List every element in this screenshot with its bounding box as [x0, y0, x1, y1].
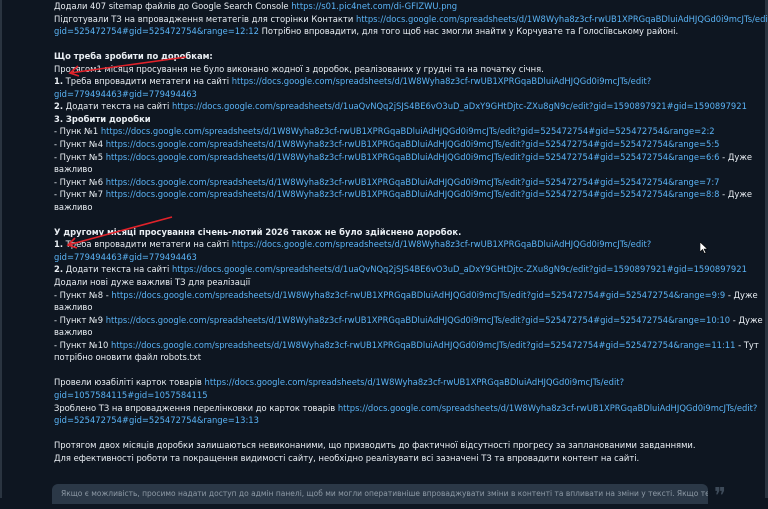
- message-line: Зроблено ТЗ на впровадження перелінковки…: [54, 402, 768, 415]
- message-text: потрібно оновити файл robots.txt: [54, 352, 202, 363]
- quote-icon: ❞: [714, 484, 726, 509]
- message-bold-text: 2.: [54, 264, 64, 275]
- message-line: 2. Додати текста на сайті https://docs.g…: [54, 263, 768, 276]
- message-text: важливо: [54, 327, 93, 338]
- message-line: важливо: [54, 326, 768, 339]
- message-text: Додали нові дуже важливі ТЗ для реалізац…: [54, 277, 251, 288]
- message-link[interactable]: https://docs.google.com/spreadsheets/d/1…: [106, 139, 720, 149]
- message-line: Додали нові дуже важливі ТЗ для реалізац…: [54, 276, 768, 289]
- message-link[interactable]: https://docs.google.com/spreadsheets/d/1…: [106, 177, 720, 187]
- red-annotation-arrow-2: [66, 216, 173, 249]
- message-line: 3. Зробити доробки: [54, 113, 768, 126]
- message-bold-text: 2.: [54, 101, 64, 112]
- message-text: Для ефективності роботи та покращення ви…: [54, 452, 640, 463]
- message-text: - Пункт №10: [54, 339, 112, 350]
- message-line: Додали 407 sitemap файлів до Google Sear…: [54, 0, 768, 13]
- message-line: - Пункт №9 https://docs.google.com/sprea…: [54, 314, 768, 327]
- message-text: Додали 407 sitemap файлів до Google Sear…: [54, 1, 292, 11]
- message-link[interactable]: https://docs.google.com/spreadsheets/d/1…: [172, 264, 747, 274]
- message-line: gid=525472754#gid=525472754&range=12:12 …: [54, 25, 768, 38]
- message-line: - Пунк №1 https://docs.google.com/spread…: [54, 125, 768, 138]
- message-text: - Пункт №5: [54, 151, 106, 162]
- message-text: - Пункт №8 -: [54, 289, 112, 300]
- message-line: gid=779494463#gid=779494463: [54, 88, 768, 101]
- red-annotation-arrow-1: [68, 56, 187, 77]
- message-link[interactable]: https://docs.google.com/spreadsheets/d/1…: [111, 340, 735, 350]
- message-line: Для ефективності роботи та покращення ви…: [54, 452, 768, 465]
- message-line: - Пункт №5 https://docs.google.com/sprea…: [54, 151, 768, 164]
- message-text: - Пункт №4: [54, 139, 106, 150]
- message-text: Підготували ТЗ на впровадження метатегів…: [54, 13, 356, 24]
- message-link[interactable]: gid=525472754#gid=525472754&range=13:13: [54, 415, 259, 425]
- message-link[interactable]: gid=525472754#gid=525472754&range=12:12: [54, 26, 259, 36]
- message-text: Додати текста на сайті: [63, 264, 172, 275]
- message-text: - Дуже: [730, 314, 763, 325]
- message-link[interactable]: https://docs.google.com/spreadsheets/d/1…: [172, 101, 747, 111]
- message-line: - Пункт №7 https://docs.google.com/sprea…: [54, 188, 768, 201]
- message-link[interactable]: https://s01.pic4net.com/di-GFIZWU.png: [291, 1, 457, 11]
- message-link[interactable]: https://docs.google.com/spreadsheets/d/1…: [101, 126, 715, 136]
- message-link[interactable]: https://docs.google.com/spreadsheets/d/1…: [106, 189, 720, 199]
- message-link[interactable]: https://docs.google.com/spreadsheets/d/1…: [232, 239, 652, 249]
- message-line: Провели юзабіліті карток товарів https:/…: [54, 376, 768, 389]
- message-link[interactable]: gid=779494463#gid=779494463: [54, 89, 197, 99]
- next-message-preview: Якщо є можливість, просимо надати доступ…: [52, 484, 708, 504]
- message-line: gid=1057584115#gid=1057584115: [54, 389, 768, 402]
- mouse-pointer-icon: [700, 242, 708, 254]
- message-text: - Пунк №1: [54, 126, 101, 137]
- message-line: потрібно оновити файл robots.txt: [54, 351, 768, 364]
- message-text: - Тут: [735, 339, 759, 350]
- message-line: 2. Додати текста на сайті https://docs.g…: [54, 100, 768, 113]
- message-text: - Дуже: [719, 189, 753, 200]
- message-line: Протягом двох місяців доробки залишаютьс…: [54, 439, 768, 452]
- message-text: важливо: [54, 302, 93, 313]
- message-bold-text: 3. Зробити доробки: [54, 113, 151, 124]
- message-line: важливо: [54, 201, 768, 214]
- message-text: Зроблено ТЗ на впровадження перелінковки…: [54, 402, 338, 413]
- message-link[interactable]: https://docs.google.com/spreadsheets/d/1…: [232, 76, 652, 86]
- message-link[interactable]: https://docs.google.com/spreadsheets/d/1…: [205, 377, 625, 387]
- message-text: - Пункт №6: [54, 176, 106, 187]
- message-link[interactable]: https://docs.google.com/spreadsheets/d/1…: [111, 290, 725, 300]
- message-line: - Пункт №6 https://docs.google.com/sprea…: [54, 176, 768, 189]
- message-line: gid=525472754#gid=525472754&range=13:13: [54, 414, 768, 427]
- message-line: - Пункт №10 https://docs.google.com/spre…: [54, 339, 768, 352]
- message-line: важливо: [54, 163, 768, 176]
- message-link[interactable]: gid=779494463#gid=779494463: [54, 252, 197, 262]
- message-text: Додати текста на сайті: [63, 101, 172, 112]
- message-line: - Пункт №8 - https://docs.google.com/spr…: [54, 289, 768, 302]
- message-line: Підготували ТЗ на впровадження метатегів…: [54, 13, 768, 26]
- message-text: - Пункт №9: [54, 314, 106, 325]
- message-link[interactable]: https://docs.google.com/spreadsheets/d/1…: [106, 152, 720, 162]
- message-link[interactable]: gid=1057584115#gid=1057584115: [54, 390, 208, 400]
- message-link[interactable]: https://docs.google.com/spreadsheets/d/1…: [106, 315, 730, 325]
- message-text: - Пункт №7: [54, 189, 106, 200]
- message-line: важливо: [54, 301, 768, 314]
- message-link[interactable]: https://docs.google.com/spreadsheets/d/1…: [338, 403, 758, 413]
- message-link[interactable]: https://docs.google.com/spreadsheets/d/1…: [356, 14, 768, 24]
- message-text: - Дуже: [719, 151, 753, 162]
- message-text: Потрібно впровадити, для того щоб нас зм…: [258, 26, 679, 37]
- message-text: важливо: [54, 164, 93, 175]
- message-line: - Пункт №4 https://docs.google.com/sprea…: [54, 138, 768, 151]
- message-text: Протягом двох місяців доробки залишаютьс…: [54, 440, 696, 451]
- message-text: - Дуже: [725, 289, 758, 300]
- message-text: Провели юзабіліті карток товарів: [54, 377, 205, 388]
- message-text: важливо: [54, 201, 93, 212]
